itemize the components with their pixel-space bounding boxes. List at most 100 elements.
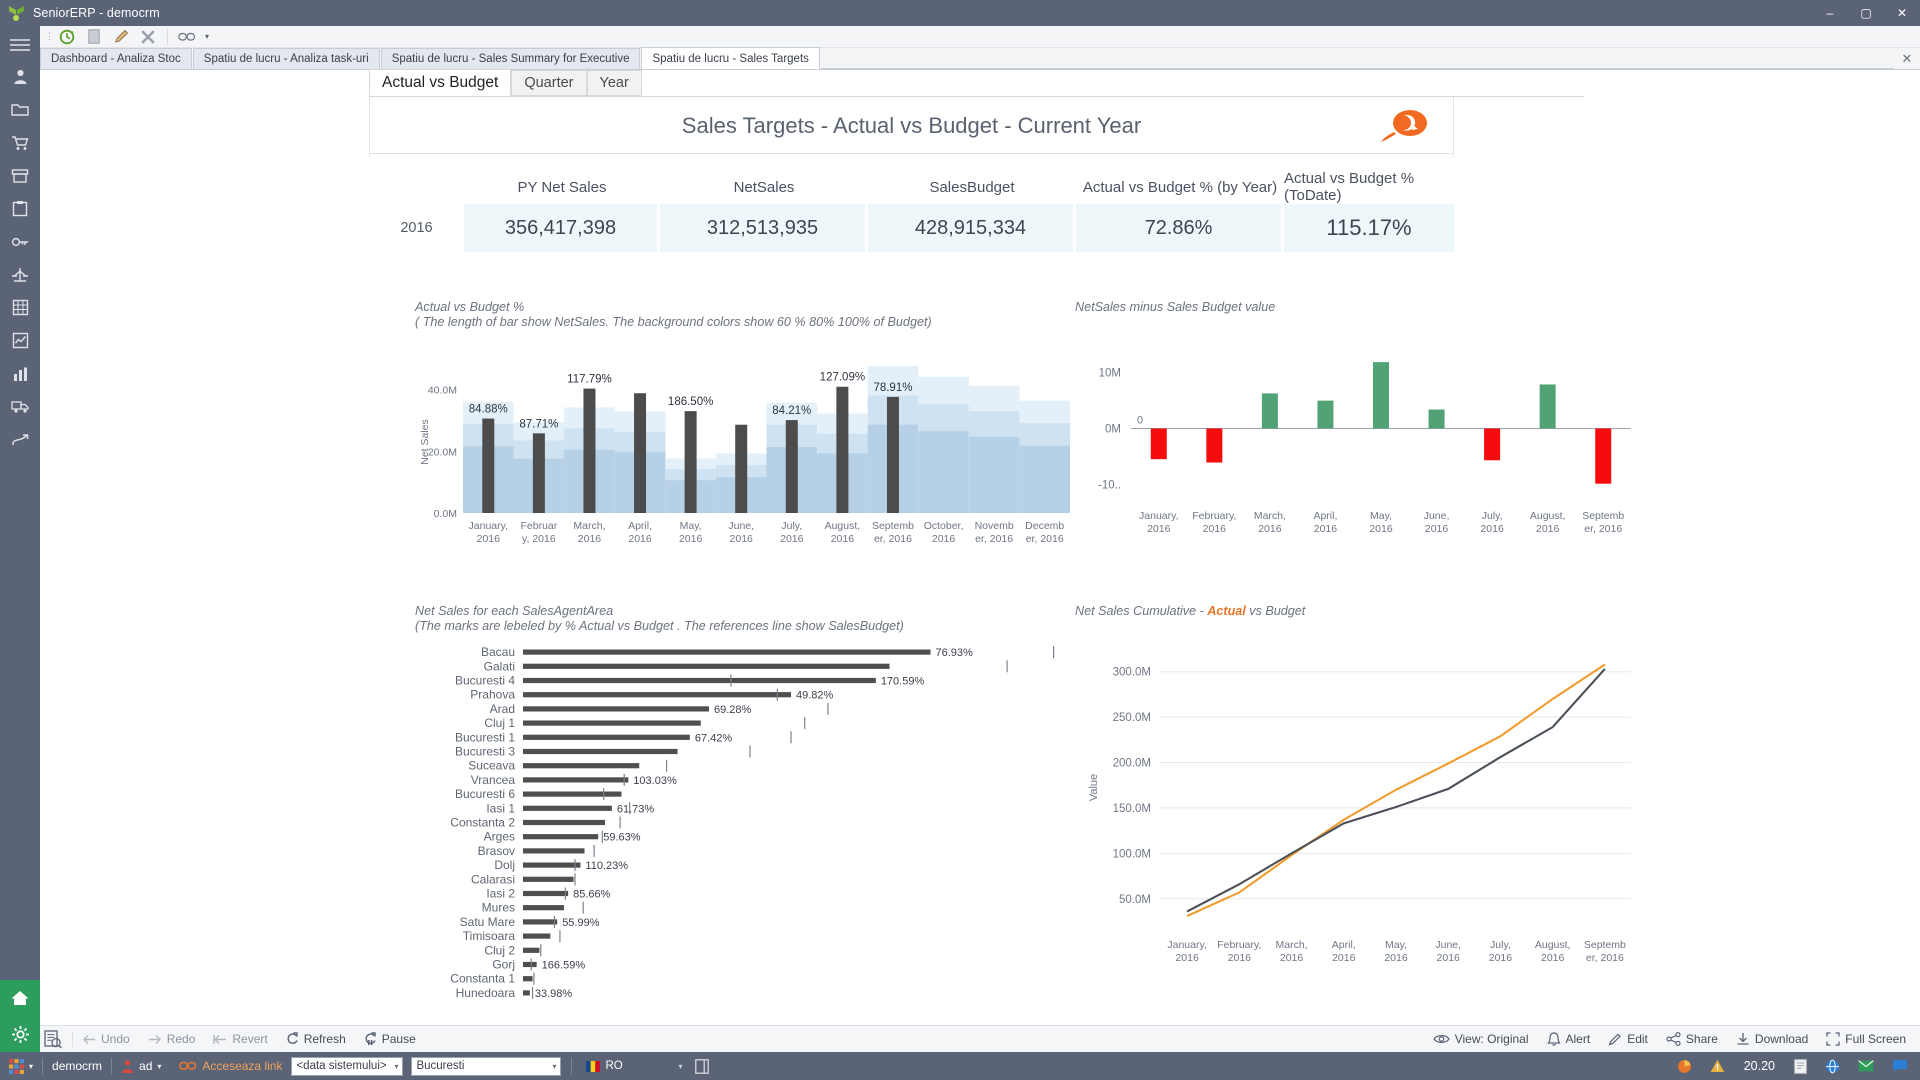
bar[interactable] <box>1150 428 1167 460</box>
bar[interactable] <box>523 748 678 755</box>
chart-actual-vs-budget[interactable]: 0.0M 20.0M 40.0M Net Sales 84.88% 87.71% 117.7… <box>415 335 1075 560</box>
workspace-tab-sales-summary-for-executive[interactable]: Spatiu de lucru - Sales Summary for Exec… <box>380 48 641 69</box>
kpi-netsales-value[interactable]: 312,513,935 <box>660 204 868 252</box>
flow-icon[interactable] <box>0 423 40 456</box>
key-icon[interactable] <box>0 225 40 258</box>
tab-year[interactable]: Year <box>586 70 642 96</box>
bar[interactable] <box>523 876 574 882</box>
chart-netsales-minus-budget[interactable]: 10M0M-10..0January,2016February,2016Marc… <box>1075 336 1635 571</box>
trend-chart-icon[interactable] <box>0 324 40 357</box>
bar[interactable] <box>523 663 890 669</box>
location-select[interactable]: Bucuresti ▾ <box>411 1056 562 1076</box>
bar[interactable] <box>523 791 622 797</box>
bar[interactable] <box>523 848 585 854</box>
undo-button[interactable]: Undo <box>73 1026 139 1053</box>
bar[interactable] <box>785 420 798 513</box>
workspace-tab-sales-targets[interactable]: Spatiu de lucru - Sales Targets <box>641 47 820 69</box>
close-button[interactable]: ✕ <box>1884 0 1920 26</box>
bar[interactable] <box>523 933 551 939</box>
bar[interactable] <box>583 388 596 513</box>
tab-actual-vs-budget[interactable]: Actual vs Budget <box>369 69 512 96</box>
toolbar-more-caret[interactable]: ▾ <box>201 32 213 41</box>
pie-chart-icon[interactable] <box>1668 1052 1701 1080</box>
bar[interactable] <box>836 386 849 513</box>
bar[interactable] <box>886 396 899 513</box>
panel-layout-icon[interactable] <box>686 1052 718 1080</box>
bar[interactable] <box>523 990 530 996</box>
bar[interactable] <box>523 777 629 783</box>
settings-gear-icon[interactable] <box>0 1016 40 1052</box>
folder-open-icon[interactable] <box>0 93 40 126</box>
bar[interactable] <box>482 418 495 513</box>
share-button[interactable]: Share <box>1657 1026 1727 1053</box>
warning-icon[interactable] <box>1701 1052 1734 1080</box>
bar[interactable] <box>735 424 748 513</box>
workspace-tab-analiza-task-uri[interactable]: Spatiu de lucru - Analiza task-uri <box>192 48 380 69</box>
user-icon[interactable] <box>0 60 40 93</box>
truck-icon[interactable] <box>0 390 40 423</box>
globe-icon[interactable] <box>1816 1052 1849 1080</box>
bar[interactable] <box>1428 409 1445 429</box>
cart-icon[interactable] <box>0 126 40 159</box>
bar[interactable] <box>523 706 709 712</box>
close-tab-button[interactable]: ✕ <box>1894 48 1920 69</box>
bar[interactable] <box>1206 428 1223 463</box>
bar[interactable] <box>523 763 640 769</box>
kpi-salesbudget-value[interactable]: 428,915,334 <box>868 204 1076 252</box>
bar[interactable] <box>523 720 701 726</box>
bar[interactable] <box>523 905 565 911</box>
bar[interactable] <box>523 890 569 897</box>
refresh-circle-icon[interactable] <box>54 27 80 47</box>
redo-button[interactable]: Redo <box>139 1026 205 1053</box>
tab-quarter[interactable]: Quarter <box>511 70 587 96</box>
kpi-actual-vs-budget-todate-value[interactable]: 115.17% <box>1284 204 1454 252</box>
new-document-icon[interactable] <box>81 27 107 47</box>
bar[interactable] <box>1261 393 1278 429</box>
bar[interactable] <box>532 433 545 513</box>
bar[interactable] <box>523 862 581 868</box>
pencil-icon[interactable] <box>108 27 134 47</box>
home-icon[interactable] <box>0 980 40 1016</box>
bar[interactable] <box>523 919 558 925</box>
view-original-button[interactable]: View: Original <box>1424 1026 1538 1053</box>
bar[interactable] <box>523 692 792 698</box>
grid-icon[interactable] <box>0 291 40 324</box>
bar[interactable] <box>523 947 540 953</box>
apps-menu-button[interactable]: ▾ <box>0 1052 42 1080</box>
report-icon[interactable] <box>40 1026 72 1053</box>
bar[interactable] <box>1595 428 1612 484</box>
bar[interactable] <box>1373 362 1389 429</box>
chat-icon[interactable] <box>1883 1052 1920 1080</box>
alert-button[interactable]: Alert <box>1538 1026 1600 1053</box>
bar[interactable] <box>523 734 690 740</box>
bar-chart-icon[interactable] <box>0 357 40 390</box>
full-screen-button[interactable]: Full Screen <box>1817 1026 1920 1053</box>
bar[interactable] <box>523 961 537 968</box>
menu-hamburger-icon[interactable] <box>0 30 40 60</box>
maximize-button[interactable]: ▢ <box>1848 0 1884 26</box>
bar[interactable] <box>1484 428 1501 461</box>
refresh-button[interactable]: Refresh <box>277 1026 355 1053</box>
pause-button[interactable]: Pause <box>355 1026 425 1053</box>
kpi-actual-vs-budget-by-year-value[interactable]: 72.86% <box>1076 204 1284 252</box>
mail-icon[interactable] <box>1849 1052 1883 1080</box>
chart-agent-area[interactable]: Bacau 76.93% GalatiBucuresti 4 170.59% Praho… <box>415 637 1075 1017</box>
edit-button[interactable]: Edit <box>1599 1026 1657 1053</box>
toolbar-grip[interactable]: ⋮ <box>45 31 54 42</box>
scales-icon[interactable] <box>0 258 40 291</box>
chart-cumulative[interactable]: 50.0M 100.0M 150.0M 200.0M 250.0M 300.0M Value… <box>1075 631 1635 1011</box>
access-link-button[interactable]: Acceseaza link <box>170 1052 291 1080</box>
bar[interactable] <box>523 677 876 684</box>
bar[interactable] <box>684 411 697 513</box>
link-icon[interactable] <box>174 27 200 47</box>
bar[interactable] <box>634 393 647 513</box>
bar[interactable] <box>523 649 931 655</box>
language-select[interactable]: RO ▾ <box>582 1057 686 1076</box>
bar[interactable] <box>523 976 533 982</box>
bar[interactable] <box>523 834 599 840</box>
archive-icon[interactable] <box>0 159 40 192</box>
document-icon[interactable] <box>1785 1052 1816 1080</box>
clipboard-icon[interactable] <box>0 192 40 225</box>
user-menu-button[interactable]: ad ▾ <box>112 1052 170 1080</box>
workspace-tab-dashboard-analiza-stoc[interactable]: Dashboard - Analiza Stoc <box>40 48 192 69</box>
